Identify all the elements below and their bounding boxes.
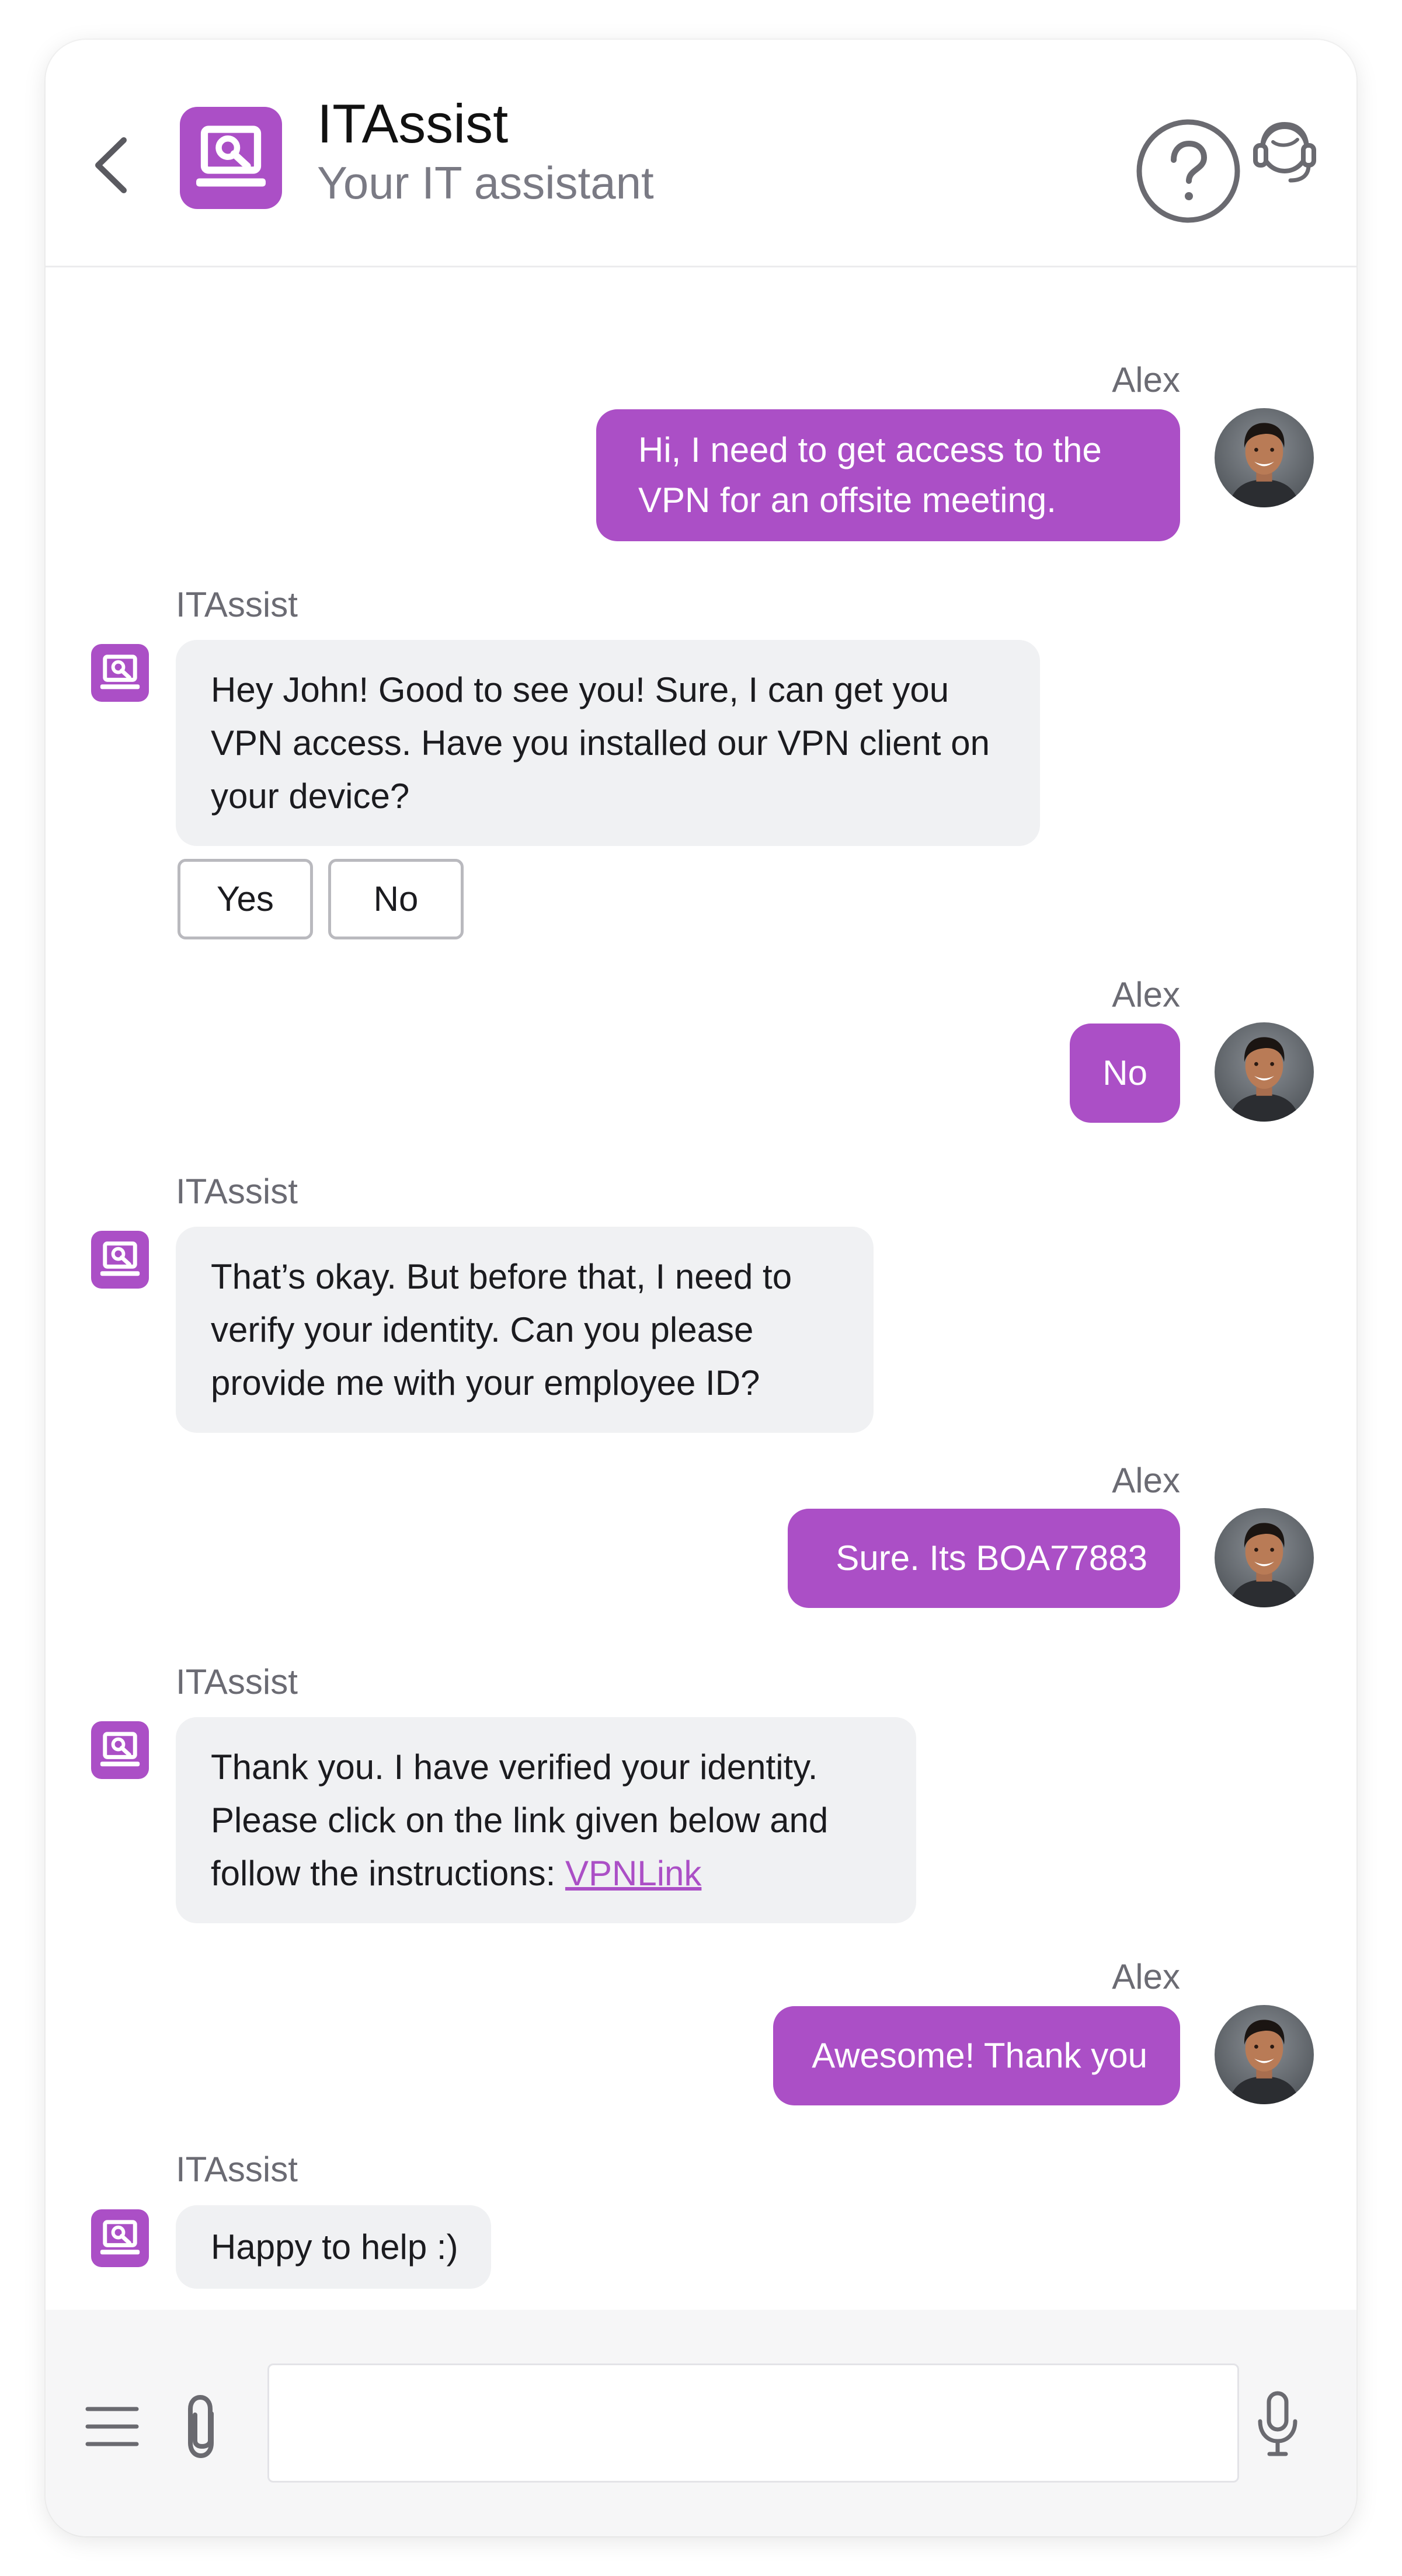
help-button[interactable]: [1133, 116, 1244, 227]
sender-name: ITAssist: [176, 2150, 298, 2189]
sender-name: ITAssist: [176, 1172, 298, 1211]
laptop-wrench-icon: [91, 644, 149, 702]
bot-message-bubble: That’s okay. But before that, I need to …: [176, 1227, 874, 1433]
message-list[interactable]: Alex Hi, I need to get access to the VPN…: [46, 269, 1356, 2345]
sender-name: Alex: [1112, 360, 1180, 399]
sender-name: Alex: [1112, 975, 1180, 1014]
bot-avatar: [91, 2209, 149, 2267]
live-agent-button[interactable]: [1243, 113, 1324, 194]
chat-header: ITAssist Your IT assistant: [46, 40, 1356, 267]
laptop-wrench-icon: [91, 1721, 149, 1779]
headset-agent-icon: [1253, 121, 1316, 183]
avatar: [1215, 408, 1314, 507]
user-message-bubble: Awesome! Thank you: [773, 2006, 1180, 2105]
laptop-wrench-icon: [91, 1231, 149, 1289]
composer-bar: [46, 2310, 1356, 2536]
menu-button[interactable]: [85, 2403, 139, 2450]
quick-reply-no[interactable]: No: [328, 859, 464, 939]
assistant-name: ITAssist: [317, 93, 509, 154]
back-button[interactable]: [88, 127, 134, 203]
bot-avatar: [91, 1231, 149, 1289]
question-circle-icon: [1136, 119, 1240, 223]
user-message-bubble: No: [1070, 1024, 1180, 1123]
sender-name: Alex: [1112, 1957, 1180, 1996]
bot-avatar: [91, 1721, 149, 1779]
laptop-wrench-icon: [91, 2209, 149, 2267]
assistant-subtitle: Your IT assistant: [317, 157, 654, 208]
laptop-wrench-icon: [180, 107, 282, 209]
bot-avatar: [91, 644, 149, 702]
chat-window: ITAssist Your IT assistant Alex Hi, I ne…: [46, 40, 1356, 2536]
bot-message-bubble: Happy to help :): [176, 2205, 491, 2289]
bot-message-text: Thank you. I have verified your identity…: [211, 1747, 829, 1893]
microphone-button[interactable]: [1254, 2389, 1301, 2459]
bot-message-bubble: Hey John! Good to see you! Sure, I can g…: [176, 640, 1040, 846]
sender-name: ITAssist: [176, 1662, 298, 1701]
assistant-logo: [180, 107, 282, 209]
quick-reply-yes[interactable]: Yes: [178, 859, 313, 939]
sender-name: ITAssist: [176, 585, 298, 624]
avatar: [1215, 2005, 1314, 2104]
message-input[interactable]: [267, 2363, 1239, 2483]
chevron-left-icon: [95, 137, 127, 193]
user-message-bubble: Hi, I need to get access to the VPN for …: [596, 409, 1180, 541]
avatar: [1215, 1022, 1314, 1122]
paperclip-icon: [188, 2395, 214, 2458]
sender-name: Alex: [1112, 1461, 1180, 1500]
microphone-icon: [1258, 2391, 1297, 2456]
user-message-bubble: Sure. Its BOA77883: [788, 1509, 1180, 1608]
avatar: [1215, 1508, 1314, 1607]
bot-message-bubble: Thank you. I have verified your identity…: [176, 1717, 916, 1923]
attach-button[interactable]: [179, 2391, 225, 2462]
vpn-link[interactable]: VPNLink: [565, 1854, 701, 1893]
hamburger-menu-icon: [85, 2407, 139, 2446]
